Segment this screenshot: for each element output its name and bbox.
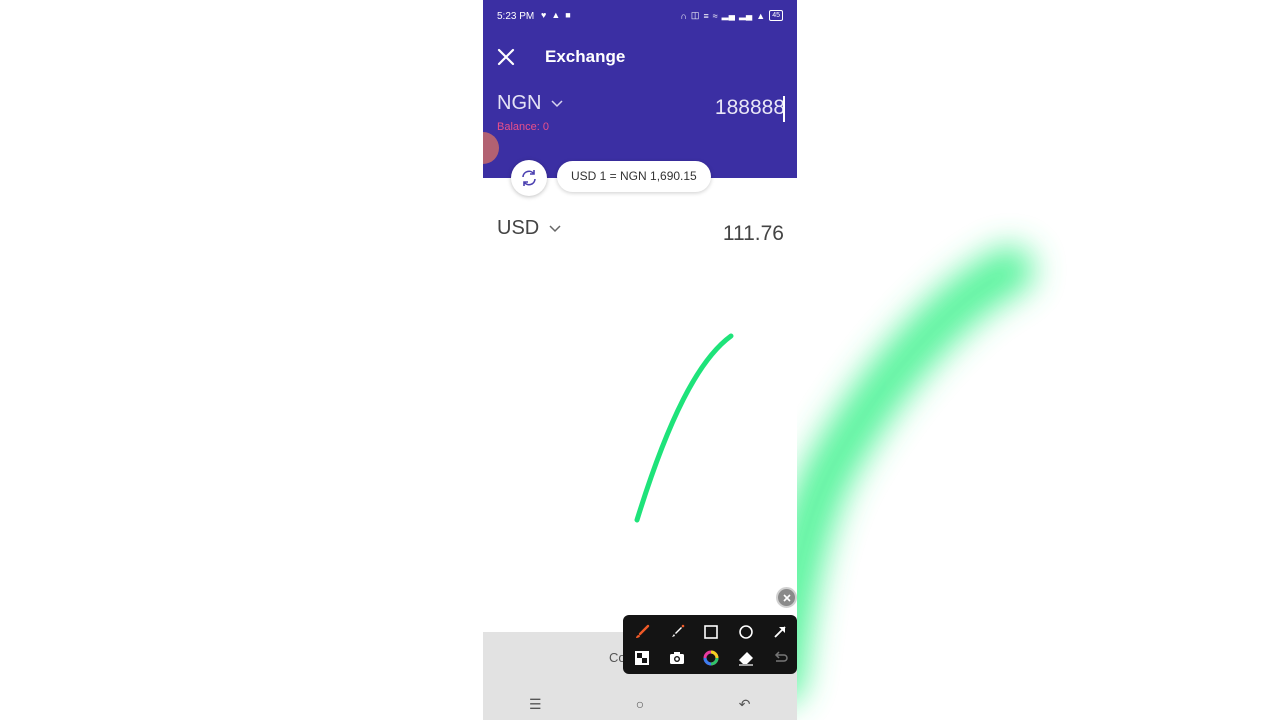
brush-icon	[636, 624, 650, 638]
rectangle-icon	[704, 625, 718, 639]
toolbar-row-2	[631, 647, 791, 669]
screenshot-tool[interactable]	[666, 647, 688, 669]
close-icon	[782, 593, 791, 602]
page-title: Exchange	[545, 47, 626, 66]
touch-indicator	[483, 132, 499, 164]
video-icon: ■	[565, 10, 571, 20]
phone-screen: 5:23 PM ♥ ▲ ■ ∩ ◫ ≡ ≈ ▂▄ ▂▄ ▲ 45 Exchang…	[483, 0, 797, 720]
status-bar: 5:23 PM ♥ ▲ ■ ∩ ◫ ≡ ≈ ▂▄ ▂▄ ▲ 45	[483, 0, 797, 34]
wifi-icon: ≈	[712, 10, 718, 21]
notification-icon: ♥	[541, 10, 547, 20]
refresh-icon	[522, 170, 536, 186]
rectangle-tool[interactable]	[700, 621, 722, 643]
signal-icon: ▂▄	[738, 10, 753, 20]
arrow-icon	[774, 626, 786, 638]
exchange-rate-label: USD 1 = NGN 1,690.15	[557, 161, 711, 192]
menu-icon[interactable]: ☰	[515, 696, 555, 713]
swap-currencies-button[interactable]	[511, 160, 547, 196]
toolbar-row-1	[631, 621, 791, 643]
eraser-tool[interactable]	[735, 647, 757, 669]
from-amount-input[interactable]	[627, 93, 787, 123]
home-icon[interactable]: ○	[620, 696, 660, 712]
camera-icon	[669, 652, 684, 664]
cast-icon: ◫	[690, 10, 700, 20]
headphones-icon: ∩	[680, 10, 687, 21]
battery-indicator: 45	[769, 10, 783, 21]
to-currency-code: USD	[497, 217, 540, 239]
from-currency-code: NGN	[497, 92, 542, 114]
to-currency-selector[interactable]: USD	[497, 217, 561, 240]
undo-tool[interactable]	[769, 647, 791, 669]
to-amount-value: 111.76	[722, 222, 784, 245]
signal-icon: ▂▄	[721, 10, 735, 20]
status-time: 5:23 PM	[497, 11, 535, 22]
status-right-icons: ∩ ◫ ≡ ≈ ▂▄ ▂▄ ▲ 45	[680, 10, 783, 21]
alert-icon: ▲	[551, 10, 561, 20]
system-nav-bar: ☰ ○ ↶	[483, 688, 797, 720]
volte-icon: ≡	[703, 10, 709, 21]
color-picker-tool[interactable]	[700, 647, 722, 669]
chevron-down-icon	[549, 224, 561, 232]
undo-icon	[774, 651, 788, 662]
highlighter-icon	[671, 624, 684, 637]
from-currency-selector[interactable]: NGN	[497, 92, 563, 115]
back-icon[interactable]: ↶	[725, 696, 765, 713]
annotation-toolbar	[623, 615, 797, 674]
color-wheel-icon	[703, 650, 719, 666]
close-toolbar-button[interactable]	[776, 587, 797, 608]
text-caret	[783, 96, 785, 122]
close-icon	[497, 48, 515, 66]
status-left-icons: ♥ ▲ ■	[541, 10, 571, 20]
mosaic-tool[interactable]	[631, 647, 653, 669]
chevron-down-icon	[551, 99, 563, 107]
highlighter-tool[interactable]	[666, 621, 688, 643]
brush-tool[interactable]	[631, 621, 653, 643]
lab-icon: ▲	[756, 10, 766, 21]
exchange-header: 5:23 PM ♥ ▲ ■ ∩ ◫ ≡ ≈ ▂▄ ▂▄ ▲ 45 Exchang…	[483, 0, 797, 178]
circle-tool[interactable]	[735, 621, 757, 643]
screen: 5:23 PM ♥ ▲ ■ ∩ ◫ ≡ ≈ ▂▄ ▂▄ ▲ 45 Exchang…	[0, 0, 1280, 720]
eraser-icon	[738, 652, 753, 666]
balance-text: Balance: 0	[497, 121, 549, 133]
mosaic-icon	[635, 651, 649, 665]
circle-icon	[738, 625, 753, 639]
arrow-tool[interactable]	[769, 621, 791, 643]
close-button[interactable]	[495, 46, 517, 68]
